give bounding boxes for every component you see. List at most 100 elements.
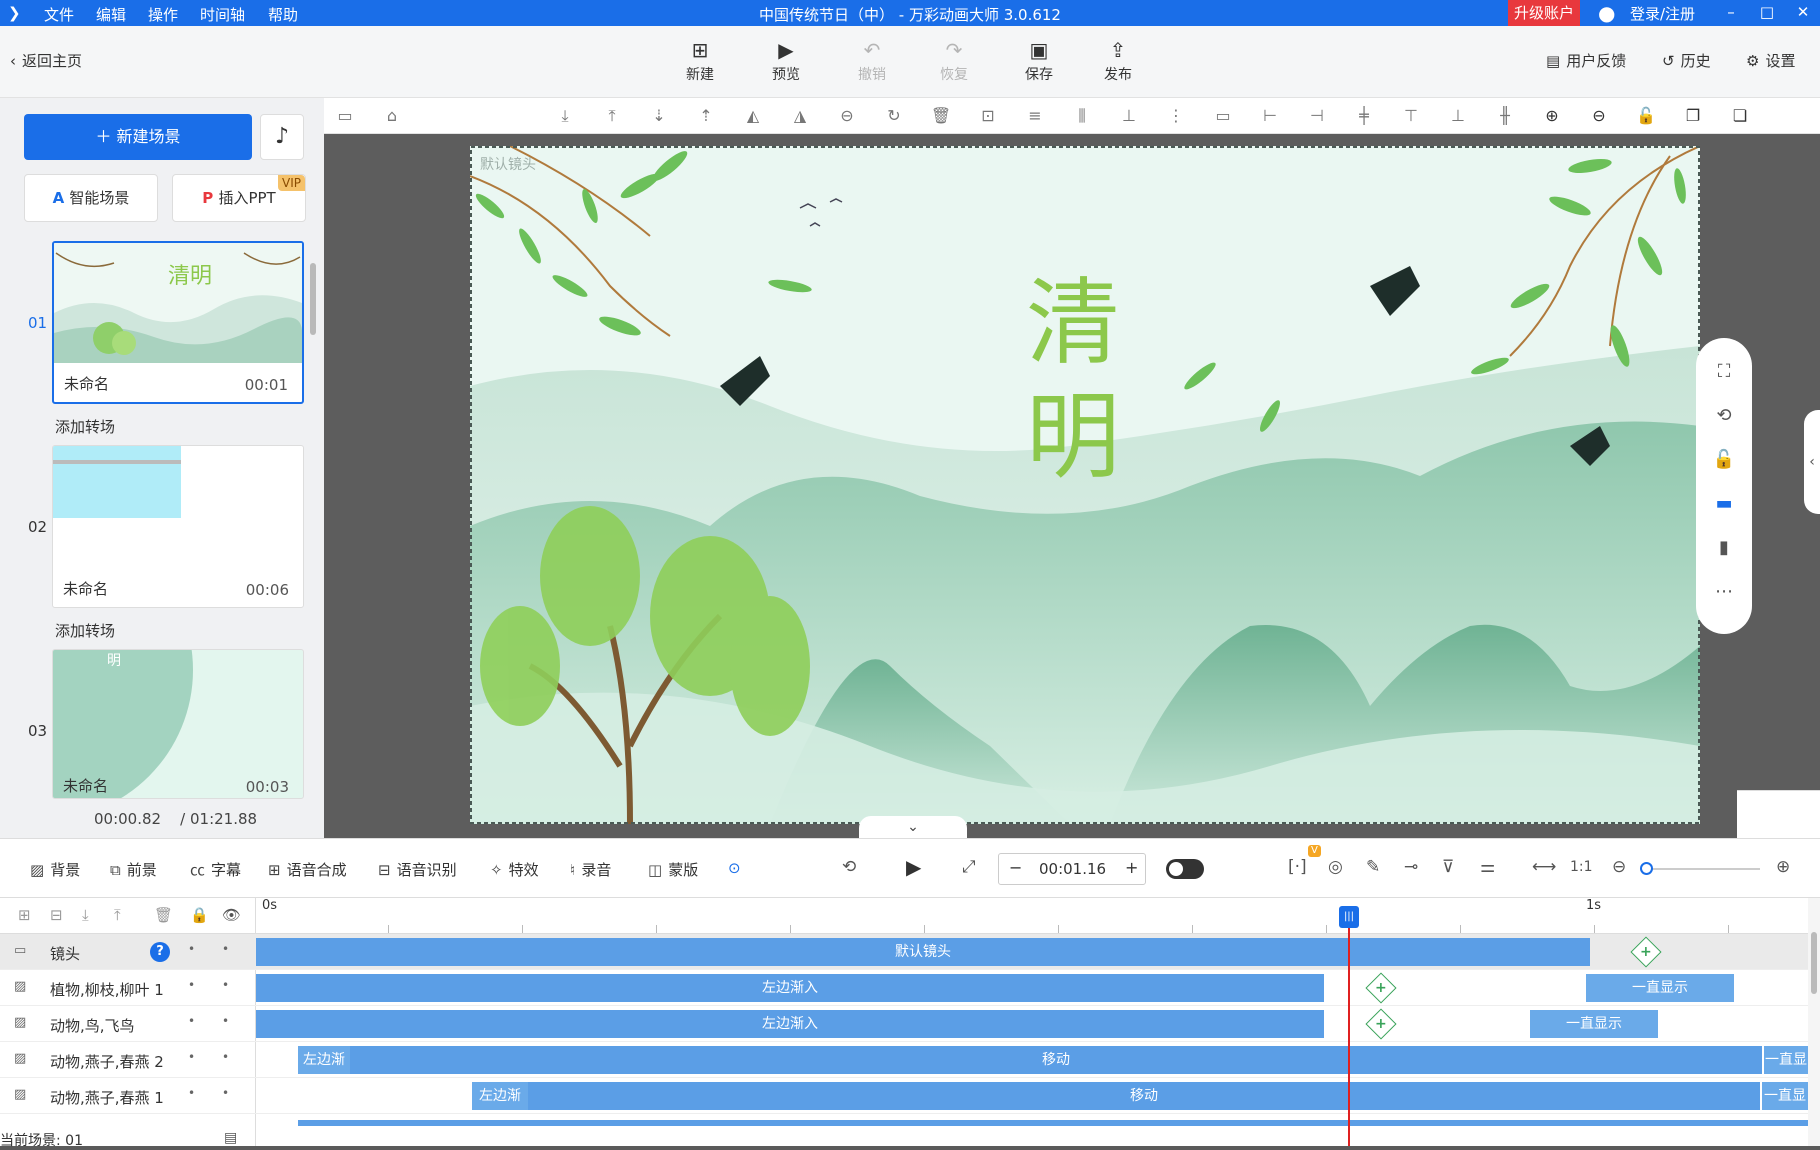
move-down-icon[interactable]: ⇣	[648, 106, 670, 126]
more-tools-icon[interactable]: ⊙	[728, 859, 741, 877]
zoom-out-icon[interactable]: ⊖	[1588, 106, 1610, 126]
play-icon[interactable]: ▶	[906, 855, 921, 879]
track-willow[interactable]: ▨ 植物,柳枝,柳叶 1 • •	[0, 970, 256, 1006]
keyframe-add-icon[interactable]: +	[1365, 1008, 1397, 1040]
zoom-out-icon[interactable]: ⊖	[1612, 857, 1626, 877]
fullscreen-icon[interactable]: ⛶	[1712, 360, 1736, 384]
playhead-handle[interactable]: |||	[1339, 906, 1359, 928]
visible-dot[interactable]: •	[222, 1014, 229, 1028]
scrollbar-thumb[interactable]	[1811, 932, 1817, 994]
preview-button[interactable]: ▶ 预览	[756, 36, 816, 84]
visible-dot[interactable]: •	[222, 942, 229, 956]
help-icon[interactable]: ?	[150, 942, 170, 962]
lock-dot[interactable]: •	[188, 942, 195, 956]
subtitle-button[interactable]: ㏄字幕	[190, 859, 241, 880]
zoom-slider-knob[interactable]	[1640, 862, 1653, 875]
toggle-switch[interactable]	[1166, 859, 1204, 879]
ruler-icon[interactable]: ▭	[334, 106, 356, 126]
record-button[interactable]: ♮ 录音	[570, 859, 611, 880]
mask-button[interactable]: ◫ 蒙版	[648, 859, 698, 880]
center-h-icon[interactable]: ╪	[1353, 106, 1375, 126]
mobile-icon[interactable]: ▮	[1712, 536, 1736, 560]
move-up-icon[interactable]: ⤒	[114, 906, 121, 924]
fit-icon[interactable]: ⊡	[977, 106, 999, 126]
new-scene-button[interactable]: ＋ 新建场景	[24, 114, 252, 160]
track-swallow-2[interactable]: ▨ 动物,燕子,春燕 2 • •	[0, 1042, 256, 1078]
paste-icon[interactable]: ❏	[1729, 106, 1751, 126]
save-button[interactable]: ▣ 保存	[1009, 36, 1069, 84]
keyframe-add-icon[interactable]: +	[1630, 936, 1662, 968]
unlock-icon[interactable]: 🔓	[1635, 106, 1657, 126]
add-folder-icon[interactable]: ⊞	[18, 906, 31, 924]
undo-button[interactable]: ↶ 撤销	[842, 36, 902, 84]
scene-card-02[interactable]: 未命名 00:06	[52, 445, 304, 608]
background-button[interactable]: ▨ 背景	[30, 859, 80, 880]
expand-icon[interactable]: ⤢	[962, 857, 976, 877]
move-down-icon[interactable]: ⤓	[82, 906, 89, 924]
rotate-screen-icon[interactable]: ⟲	[1712, 404, 1736, 428]
marker-icon[interactable]: ⊸	[1404, 857, 1418, 877]
copy-icon[interactable]: ❐	[1682, 106, 1704, 126]
title-char-ming[interactable]: 明	[1026, 390, 1120, 486]
foreground-button[interactable]: ⧉ 前景	[110, 859, 157, 880]
add-transition-link[interactable]: 添加转场	[55, 416, 115, 437]
delete-icon[interactable]: 🗑	[154, 906, 173, 924]
asr-button[interactable]: ⊟ 语音识别	[378, 859, 457, 880]
edit-icon[interactable]: ✎	[1366, 857, 1380, 877]
close-icon[interactable]: ✕	[1788, 0, 1818, 26]
zoom-in-icon[interactable]: ⊕	[1541, 106, 1563, 126]
lock-icon[interactable]: 🔒	[190, 906, 209, 924]
scene-list-icon[interactable]: ▤	[224, 1130, 237, 1146]
upgrade-button[interactable]: 升级账户	[1508, 0, 1580, 26]
home-icon[interactable]: ⌂	[381, 106, 403, 126]
always-show-bar[interactable]: 一直显	[1762, 1082, 1808, 1110]
flip-horizontal-icon[interactable]: ◭	[742, 106, 764, 126]
always-show-bar[interactable]: 一直显示	[1530, 1010, 1658, 1038]
login-link[interactable]: 登录/注册	[1630, 3, 1695, 24]
title-char-qing[interactable]: 清	[1026, 276, 1120, 372]
scene-list-scrollbar[interactable]	[310, 263, 316, 335]
filter-icon[interactable]: ⊽	[1442, 857, 1454, 877]
fade-in-bar[interactable]: 左边渐入	[256, 1010, 1324, 1038]
move-bar[interactable]: 移动	[350, 1046, 1762, 1074]
insert-ppt-button[interactable]: P 插入PPT VIP	[172, 174, 306, 222]
timeline-scrollbar[interactable]	[1808, 898, 1820, 1146]
publish-button[interactable]: ⇪ 发布	[1088, 36, 1148, 84]
effects-button[interactable]: ✧ 特效	[490, 859, 539, 880]
eye-icon[interactable]: 👁	[222, 906, 241, 924]
bracket-icon[interactable]: [·]	[1288, 857, 1307, 877]
playhead[interactable]	[1348, 908, 1350, 1146]
feedback-button[interactable]: ▤ 用户反馈	[1546, 50, 1626, 71]
fit-width-icon[interactable]: ⟷	[1532, 857, 1556, 877]
zoom-slider[interactable]	[1648, 868, 1760, 870]
align-bottom-icon[interactable]: ⊥	[1118, 106, 1140, 126]
move-top-icon[interactable]: ⤒	[601, 106, 623, 126]
replay-icon[interactable]: ⟲	[842, 857, 856, 877]
zoom-in-icon[interactable]: ⊕	[1776, 857, 1790, 877]
keyframe-add-icon[interactable]: +	[1365, 972, 1397, 1004]
lock-dot[interactable]: •	[188, 978, 195, 992]
music-note-icon[interactable]: ♪	[260, 114, 304, 160]
more-icon[interactable]: ⋯	[1712, 580, 1736, 604]
timeline-ruler[interactable]: 0s 1s	[256, 898, 1808, 934]
camera-icon[interactable]: ◎	[1328, 857, 1343, 877]
align-right-icon[interactable]: ⊣	[1306, 106, 1328, 126]
fade-in-bar[interactable]: 左边渐	[298, 1046, 350, 1074]
add-transition-link[interactable]: 添加转场	[55, 620, 115, 641]
align-top-icon[interactable]: ⊤	[1400, 106, 1422, 126]
visible-dot[interactable]: •	[222, 1086, 229, 1100]
delete-icon[interactable]: 🗑	[930, 106, 952, 126]
tts-button[interactable]: ⊞ 语音合成	[268, 859, 347, 880]
rotate-icon[interactable]: ↻	[883, 106, 905, 126]
add-file-icon[interactable]: ⊟	[50, 906, 63, 924]
lock-icon[interactable]: ⊖	[836, 106, 858, 126]
time-input[interactable]: − 00:01.16 +	[998, 853, 1146, 885]
distribute-v-icon[interactable]: ▭	[1212, 106, 1234, 126]
settings-button[interactable]: ⚙ 设置	[1746, 50, 1795, 71]
track-birds[interactable]: ▨ 动物,鸟,飞鸟 • •	[0, 1006, 256, 1042]
partial-track-bar[interactable]	[298, 1120, 1808, 1126]
scene-card-01[interactable]: 清明 未命名 00:01	[52, 241, 304, 404]
flip-vertical-icon[interactable]: ◮	[789, 106, 811, 126]
track-camera[interactable]: ▭ 镜头 ? • •	[0, 934, 256, 970]
move-bottom-icon[interactable]: ⤓	[554, 106, 576, 126]
